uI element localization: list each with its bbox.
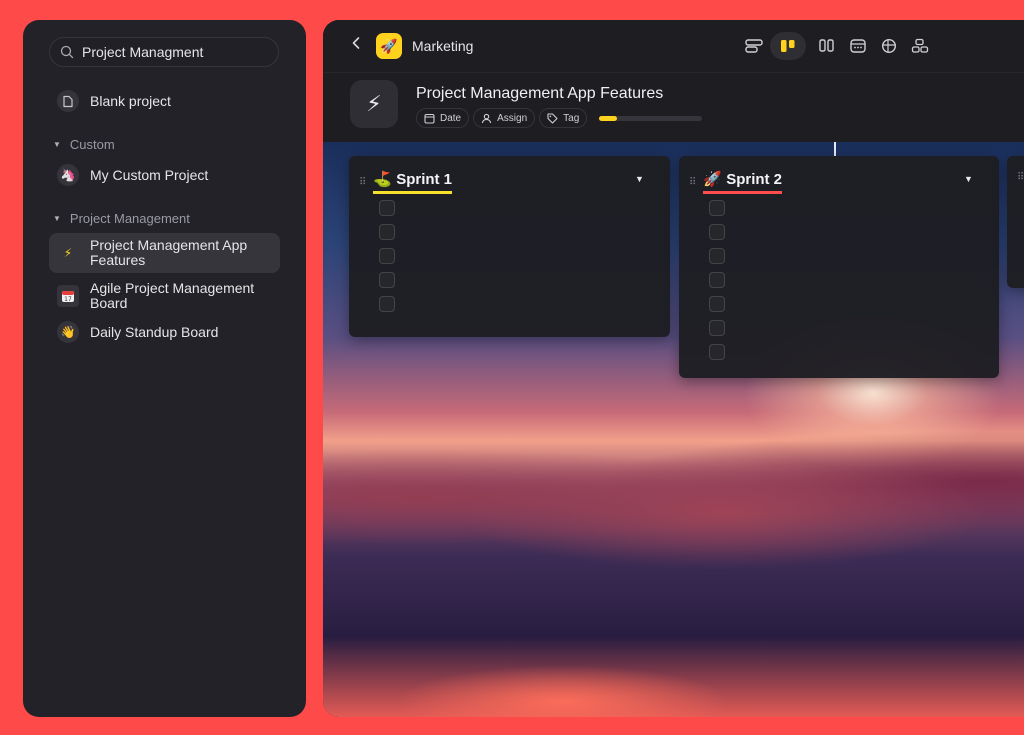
drag-handle-icon[interactable]: ⠿ — [689, 177, 696, 188]
svg-text:17: 17 — [64, 296, 72, 303]
task-checkbox[interactable] — [709, 200, 725, 216]
task-checkbox[interactable] — [709, 344, 725, 360]
main-panel: 🚀 Marketing ⚡ Project Management App Fea… — [323, 20, 1024, 717]
board-view-icon[interactable] — [770, 32, 806, 60]
sidebar-item-daily-standup-board[interactable]: 👋 Daily Standup Board — [49, 320, 280, 344]
board-background: ⠿ ⛳ Sprint 1 ▼ ⠿ 🚀 Sprint 2 ▼ ⠿ — [323, 142, 1024, 717]
progress-bar — [599, 115, 703, 121]
board-column-sprint-2[interactable]: ⠿ 🚀 Sprint 2 ▼ — [679, 156, 999, 378]
section-title: Project Management — [69, 211, 190, 226]
sidebar-item-my-custom-project[interactable]: 🦄 My Custom Project — [49, 163, 280, 187]
grid-view-icon[interactable] — [905, 32, 935, 60]
task-checkbox[interactable] — [709, 224, 725, 240]
sidebar-item-agile-project-management-board[interactable]: 17 Agile Project Management Board — [49, 279, 280, 313]
page-properties: Date Assign Tag — [416, 108, 703, 128]
rocket-icon: 🚀 — [703, 171, 723, 188]
workspace-name[interactable]: Marketing — [412, 38, 473, 54]
sidebar-item-label: My Custom Project — [90, 166, 209, 183]
top-bar: 🚀 Marketing — [323, 20, 1024, 72]
task-checkbox[interactable] — [709, 296, 725, 312]
rocket-icon[interactable]: 🚀 — [376, 33, 402, 59]
board-column-partial[interactable]: ⠿ — [1007, 156, 1024, 288]
task-checkbox[interactable] — [379, 248, 395, 264]
task-checkbox[interactable] — [379, 224, 395, 240]
column-header: ⠿ ⛳ Sprint 1 — [359, 170, 453, 194]
tag-chip-label: Tag — [563, 112, 580, 124]
column-title[interactable]: 🚀 Sprint 2 — [703, 170, 783, 194]
blank-page-icon — [57, 90, 79, 112]
lightning-icon: ⚡ — [63, 246, 73, 260]
sidebar-item-label: Agile Project Management Board — [90, 280, 255, 311]
column-title-text: Sprint 2 — [726, 171, 783, 188]
sidebar-item-label: Daily Standup Board — [90, 323, 219, 340]
background-line — [834, 142, 836, 156]
golf-flag-icon: ⛳ — [373, 171, 393, 188]
background-clouds — [323, 422, 1024, 572]
calendar-icon — [424, 113, 435, 124]
view-switcher — [739, 32, 936, 60]
board-column-sprint-1[interactable]: ⠿ ⛳ Sprint 1 ▼ — [349, 156, 670, 337]
section-title: Custom — [69, 137, 115, 152]
columns-view-icon[interactable] — [812, 32, 842, 60]
column-title-text: Sprint 1 — [396, 171, 453, 188]
calendar-view-icon[interactable] — [843, 32, 873, 60]
caret-down-icon: ▼ — [53, 140, 61, 149]
task-checkbox[interactable] — [379, 272, 395, 288]
column-title[interactable]: ⛳ Sprint 1 — [373, 170, 453, 194]
task-checkbox[interactable] — [709, 320, 725, 336]
task-checkbox[interactable] — [709, 272, 725, 288]
date-chip-label: Date — [440, 112, 462, 124]
task-checkbox[interactable] — [379, 200, 395, 216]
section-project-management-header[interactable]: ▼ Project Management — [53, 211, 190, 226]
sidebar: Blank project ▼ Custom 🦄 My Custom Proje… — [23, 20, 306, 717]
unicorn-icon: 🦄 — [57, 164, 79, 186]
back-chevron-icon[interactable] — [351, 36, 361, 55]
search-input[interactable] — [82, 44, 262, 60]
sidebar-item-label: Project Management App Features — [90, 237, 248, 268]
page-header: ⚡ Project Management App Features Date A… — [323, 72, 1024, 142]
table-view-icon[interactable] — [874, 32, 904, 60]
list-view-icon[interactable] — [739, 32, 769, 60]
caret-down-icon: ▼ — [53, 214, 61, 223]
page-title[interactable]: Project Management App Features — [416, 85, 663, 103]
tag-chip[interactable]: Tag — [539, 108, 588, 128]
task-checkbox[interactable] — [379, 296, 395, 312]
task-checkbox[interactable] — [709, 248, 725, 264]
search-box[interactable] — [49, 37, 279, 67]
tag-icon — [547, 112, 558, 124]
wave-hand-icon: 👋 — [57, 321, 79, 343]
search-icon — [60, 45, 74, 59]
date-chip[interactable]: Date — [416, 108, 470, 128]
chevron-down-icon[interactable]: ▼ — [635, 174, 644, 184]
drag-handle-icon[interactable]: ⠿ — [1017, 172, 1024, 183]
blank-project-label: Blank project — [90, 92, 171, 109]
column-header: ⠿ 🚀 Sprint 2 — [689, 170, 783, 194]
assign-chip[interactable]: Assign — [473, 108, 536, 128]
section-custom-header[interactable]: ▼ Custom — [53, 137, 115, 152]
drag-handle-icon[interactable]: ⠿ — [359, 177, 366, 188]
background-glow — [383, 662, 743, 717]
calendar-icon: 17 — [57, 285, 79, 307]
lightning-icon[interactable]: ⚡ — [350, 80, 398, 128]
blank-project-item[interactable]: Blank project — [49, 88, 280, 114]
user-icon — [482, 113, 492, 123]
progress-fill — [599, 115, 617, 121]
sidebar-item-project-management-app-features[interactable]: ⚡ Project Management App Features — [49, 233, 280, 273]
chevron-down-icon[interactable]: ▼ — [964, 174, 973, 184]
assign-chip-label: Assign — [497, 112, 528, 124]
